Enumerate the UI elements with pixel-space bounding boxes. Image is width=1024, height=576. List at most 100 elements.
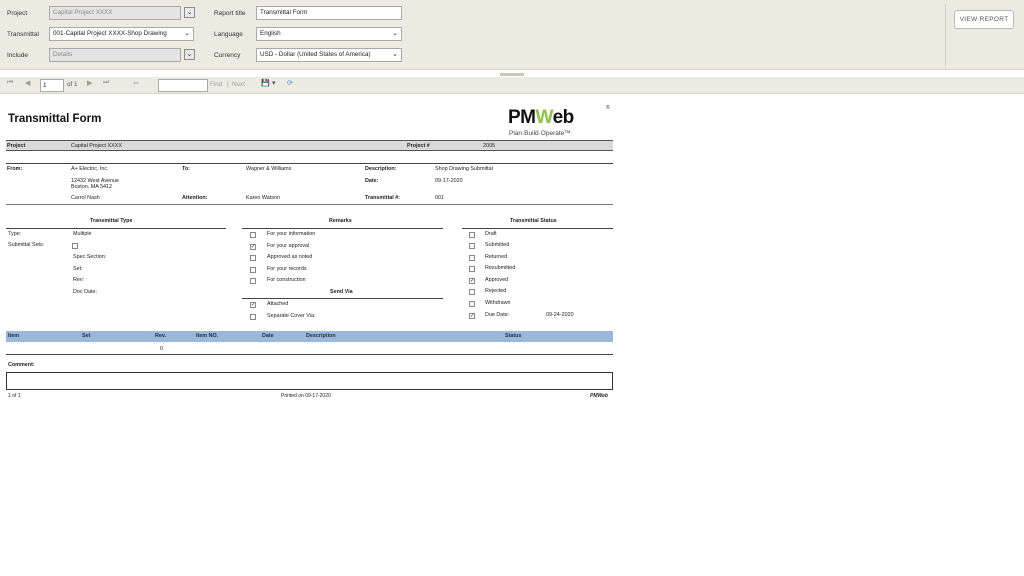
divider <box>6 204 613 205</box>
row-rev: 0 <box>160 346 163 352</box>
send-via-checkbox: ✓ <box>250 302 256 308</box>
transmittal-status-header: Transmittal Status <box>510 218 557 224</box>
next-link[interactable]: Next <box>232 81 245 88</box>
send-via-label: Attached <box>267 301 289 307</box>
date-label: Date: <box>365 178 379 184</box>
report-parameters-panel: Project Capital Project XXXX ⌄ Transmitt… <box>0 0 1024 70</box>
transmittal-number-value: 001 <box>435 195 444 201</box>
chevron-down-icon: ⌄ <box>186 9 193 16</box>
export-dropdown-icon[interactable]: ▾ <box>272 79 276 87</box>
project-dropdown-button[interactable]: ⌄ <box>184 7 195 18</box>
report-title-param-label: Report title <box>214 10 246 17</box>
transmittal-number-label: Transmittal #: <box>365 195 401 201</box>
language-select[interactable]: English ⌄ <box>256 27 402 41</box>
divider <box>242 228 443 229</box>
page-count: of 1 <box>67 81 78 88</box>
project-label: Project <box>7 143 26 149</box>
transmittal-type-header: Transmittal Type <box>90 218 133 224</box>
project-value: Capital Project XXXX <box>71 143 122 149</box>
remark-label: For your approval <box>267 243 310 249</box>
items-table-header: Item Set Rev. Item NO. Date Description … <box>6 331 613 342</box>
submittal-sets-checkbox <box>72 243 78 249</box>
chevron-down-icon: ⌄ <box>392 51 398 58</box>
description-label: Description: <box>365 166 397 172</box>
project-number-label: Project # <box>407 143 430 149</box>
remark-label: For construction <box>267 277 306 283</box>
project-header-bar: Project Capital Project XXXX Project # 2… <box>6 140 613 151</box>
params-divider <box>945 4 946 66</box>
from-name: A+ Electric, Inc. <box>71 166 109 172</box>
divider <box>6 163 613 164</box>
send-via-header: Send Via <box>330 289 353 295</box>
first-page-icon[interactable]: ⏮ <box>7 79 13 87</box>
description-value: Shop Drawing Submittal <box>435 166 493 172</box>
currency-param-label: Currency <box>214 52 241 59</box>
find-text-input[interactable] <box>158 79 208 92</box>
chevron-down-icon: ⌄ <box>392 30 398 37</box>
project-param-label: Project <box>7 10 28 17</box>
params-collapse-handle[interactable] <box>500 73 524 76</box>
next-page-icon[interactable]: ▶ <box>87 79 92 87</box>
status-checkbox <box>469 232 475 238</box>
refresh-icon[interactable]: ⟳ <box>287 79 293 87</box>
footer-brand: PMWeb <box>590 393 608 399</box>
status-label: Withdrawn <box>485 300 511 306</box>
comment-box <box>6 372 613 390</box>
remark-label: For your records <box>267 266 307 272</box>
last-page-icon[interactable]: ⏭ <box>103 79 109 87</box>
divider <box>242 298 443 299</box>
view-report-button[interactable]: VIEW REPORT <box>954 10 1014 29</box>
page-number-input[interactable]: 1 <box>40 79 64 92</box>
include-param-field[interactable]: Details <box>49 48 181 62</box>
remark-checkbox: ✓ <box>250 244 256 250</box>
transmittal-param-label: Transmittal <box>7 31 39 38</box>
divider <box>6 354 613 355</box>
set-label: Set: <box>73 266 83 272</box>
from-contact: Carrol Nash <box>71 195 100 201</box>
status-checkbox <box>469 266 475 272</box>
remark-label: For your information <box>267 231 316 237</box>
column-header-rev: Rev. <box>155 333 166 339</box>
footer-printed: Printed on 09-17-2020 <box>281 393 331 399</box>
column-header-status: Status <box>505 333 522 339</box>
remark-checkbox <box>250 255 256 261</box>
report-title-input[interactable]: Transmittal Form <box>256 6 402 20</box>
currency-value: USD - Dollar (United States of America) <box>260 51 371 58</box>
column-header-item-no: Item NO. <box>196 333 219 339</box>
chevron-down-icon: ⌄ <box>184 30 190 37</box>
due-date-value: 09-24-2020 <box>546 312 574 318</box>
status-label: Due Date: <box>485 312 510 318</box>
language-param-label: Language <box>214 31 243 38</box>
status-label: Rejected <box>485 288 507 294</box>
comment-label: Comment: <box>8 362 35 368</box>
column-header-description: Description <box>306 333 336 339</box>
rev-label: Rev: <box>73 277 85 283</box>
report-page: Transmittal Form PMWeb ® Plan·Build·Oper… <box>0 95 620 405</box>
transmittal-param-select[interactable]: 001-Capital Project XXXX-Shop Drawing ⌄ <box>49 27 194 41</box>
remark-checkbox <box>250 232 256 238</box>
currency-select[interactable]: USD - Dollar (United States of America) … <box>256 48 402 62</box>
status-label: Draft <box>485 231 497 237</box>
type-value: Multiple <box>73 231 92 237</box>
status-checkbox: ✓ <box>469 313 475 319</box>
from-address-line2: Boston, MA 5412 <box>71 184 113 190</box>
divider <box>462 228 613 229</box>
include-dropdown-button[interactable]: ⌄ <box>184 49 195 60</box>
type-label: Type: <box>8 231 22 237</box>
find-link[interactable]: Find <box>210 81 222 88</box>
footer-page: 1 of 1 <box>8 393 21 399</box>
export-icon[interactable]: 💾 <box>261 79 270 87</box>
remark-label: Approved as noted <box>267 254 313 260</box>
status-label: Returned <box>485 254 508 260</box>
previous-page-icon[interactable]: ◀ <box>25 79 30 87</box>
report-toolbar: ⏮ ◀ 1 of 1 ▶ ⏭ ⇦ Find | Next 💾 ▾ ⟳ <box>0 77 1024 94</box>
send-via-checkbox <box>250 314 256 320</box>
project-number-value: 2005 <box>483 143 495 149</box>
back-to-parent-icon[interactable]: ⇦ <box>133 79 139 87</box>
project-param-field[interactable]: Capital Project XXXX <box>49 6 181 20</box>
attention-value: Karen Watson <box>246 195 280 201</box>
send-via-label: Separate Cover Via: <box>267 313 316 319</box>
doc-date-label: Doc Date: <box>73 289 97 295</box>
spec-section-label: Spec Section: <box>73 254 107 260</box>
status-checkbox <box>469 243 475 249</box>
